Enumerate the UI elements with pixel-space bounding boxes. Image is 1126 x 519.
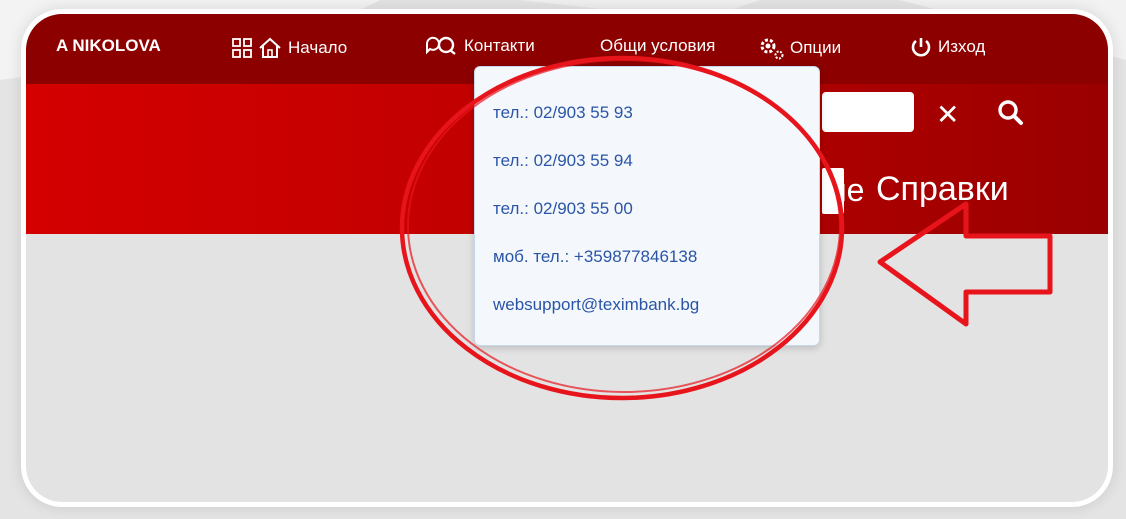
terms-link[interactable]: Общи условия xyxy=(600,36,715,56)
gears-icon xyxy=(760,38,784,60)
logout-link[interactable]: Изход xyxy=(910,36,985,58)
contact-phone-1[interactable]: тел.: 02/903 55 93 xyxy=(493,103,633,123)
options-label: Опции xyxy=(790,38,842,57)
home-link[interactable]: Начало xyxy=(232,36,347,60)
logout-label: Изход xyxy=(938,37,986,56)
home-label: Начало xyxy=(288,38,348,57)
chat-bubbles-icon xyxy=(425,36,456,55)
contact-phone-2[interactable]: тел.: 02/903 55 94 xyxy=(493,151,633,171)
terms-label: Общи условия xyxy=(600,36,716,55)
browser-window: A NIKOLOVA Начало Контакти Общи условия … xyxy=(26,14,1108,502)
nav-partial-label[interactable]: не xyxy=(829,172,864,209)
nav-reports[interactable]: Справки xyxy=(876,170,1009,209)
contact-phone-3[interactable]: тел.: 02/903 55 00 xyxy=(493,199,633,219)
contact-email[interactable]: websupport@teximbank.bg xyxy=(493,295,699,315)
close-icon[interactable]: ✕ xyxy=(936,98,959,131)
contacts-link[interactable]: Контакти xyxy=(424,36,535,56)
search-icon[interactable] xyxy=(996,98,1026,128)
apps-grid-icon[interactable] xyxy=(232,38,252,58)
contact-mobile[interactable]: моб. тел.: +359877846138 xyxy=(493,247,697,267)
home-icon xyxy=(259,37,281,58)
contacts-dropdown: тел.: 02/903 55 93 тел.: 02/903 55 94 те… xyxy=(474,66,820,346)
power-icon xyxy=(911,38,931,57)
user-name: A NIKOLOVA xyxy=(56,36,161,55)
contacts-label: Контакти xyxy=(464,36,535,55)
search-input[interactable] xyxy=(822,92,914,132)
options-link[interactable]: Опции xyxy=(758,36,841,60)
